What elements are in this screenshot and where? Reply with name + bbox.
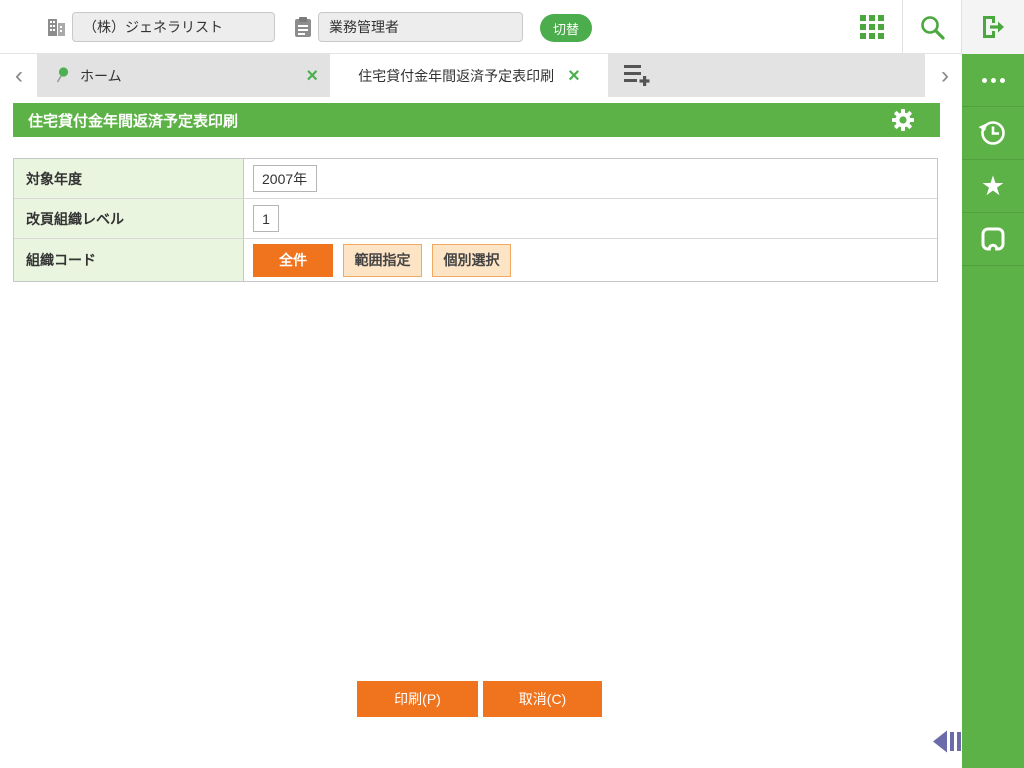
print-button[interactable]: 印刷(P) (357, 681, 478, 717)
page-title: 住宅貸付金年間返済予定表印刷 (28, 112, 239, 130)
page-break-level-label: 改頁組織レベル (14, 199, 244, 238)
role-input[interactable] (318, 12, 523, 42)
tab-active[interactable]: 住宅貸付金年間返済予定表印刷 × (330, 54, 608, 97)
form-row-target-year: 対象年度 (14, 159, 937, 199)
tab-active-label: 住宅貸付金年間返済予定表印刷 (358, 67, 555, 84)
tab-home[interactable]: ホーム × (37, 54, 330, 97)
org-individual-button[interactable]: 個別選択 (432, 243, 511, 277)
pocket-icon (981, 227, 1005, 251)
ellipsis-icon (981, 77, 1005, 83)
right-sidebar: ★ (962, 54, 1024, 768)
print-settings-form: 対象年度 改頁組織レベル 組織コード 全件 範囲指定 個別選択 (13, 158, 938, 282)
panel-title-bar: 住宅貸付金年間返済予定表印刷 (13, 103, 940, 137)
tab-home-label: ホーム (80, 67, 122, 84)
switch-button[interactable]: 切替 (540, 14, 592, 42)
building-icon (48, 19, 65, 36)
star-icon: ★ (980, 170, 1006, 201)
tab-bar: ‹ ホーム × 住宅貸付金年間返済予定表印刷 × › (0, 54, 962, 97)
pocket-button[interactable] (962, 213, 1024, 266)
history-icon (978, 121, 1005, 145)
form-row-org-code: 組織コード 全件 範囲指定 個別選択 (14, 239, 937, 281)
more-button[interactable] (962, 54, 1024, 107)
clipboard-icon (295, 17, 311, 37)
target-year-label: 対象年度 (14, 159, 244, 198)
search-button[interactable] (902, 0, 962, 54)
top-bar: 切替 (0, 0, 1024, 54)
collapse-left-icon[interactable] (933, 729, 962, 754)
close-icon[interactable]: × (306, 66, 318, 86)
history-button[interactable] (962, 107, 1024, 160)
chevron-right-icon[interactable]: › (930, 54, 960, 97)
app-window: 切替 ‹ (0, 0, 1024, 768)
app-menu-button[interactable] (842, 0, 902, 54)
cancel-button[interactable]: 取消(C) (483, 681, 602, 717)
app-grid-icon (860, 15, 884, 39)
org-code-label: 組織コード (14, 239, 244, 281)
page-break-level-input[interactable] (253, 205, 279, 232)
org-range-button[interactable]: 範囲指定 (343, 243, 422, 277)
action-buttons: 印刷(P) 取消(C) (357, 681, 602, 717)
logout-button[interactable] (962, 0, 1024, 54)
new-tab-icon[interactable] (623, 64, 653, 87)
chevron-left-icon[interactable]: ‹ (4, 54, 34, 97)
org-all-button[interactable]: 全件 (253, 243, 333, 277)
target-year-input[interactable] (253, 165, 317, 192)
company-input[interactable] (72, 12, 275, 42)
search-icon (921, 16, 945, 40)
tab-strip: ホーム × 住宅貸付金年間返済予定表印刷 × (37, 54, 925, 97)
pin-icon (56, 67, 69, 83)
close-icon[interactable]: × (568, 66, 580, 86)
logout-icon (983, 16, 1004, 38)
favorites-button[interactable]: ★ (962, 160, 1024, 213)
form-row-page-break-level: 改頁組織レベル (14, 199, 937, 239)
gear-icon[interactable] (892, 109, 914, 131)
